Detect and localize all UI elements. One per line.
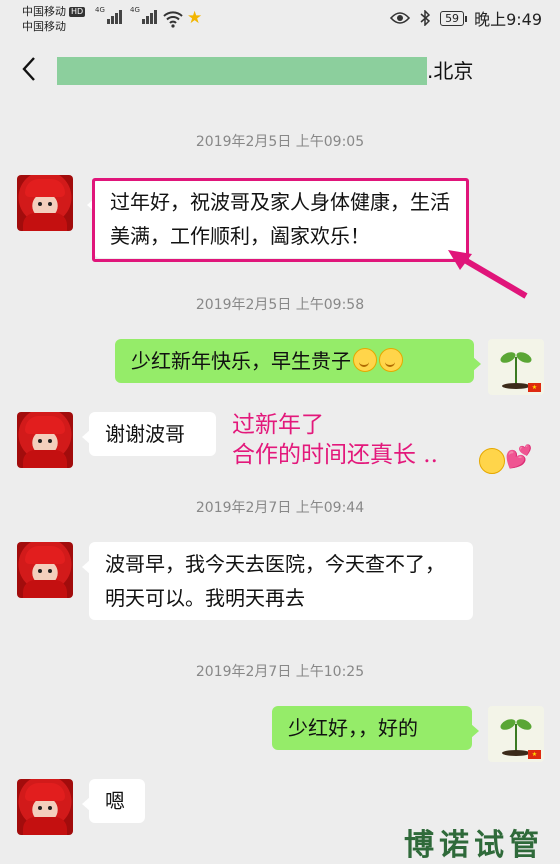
masked-contact-name [57, 57, 427, 85]
smile-emoji-icon [353, 348, 377, 372]
wifi-icon [163, 11, 183, 28]
bluetooth-icon [420, 10, 431, 26]
watermark: 博诺试管 [404, 828, 544, 863]
contact-avatar[interactable] [17, 542, 73, 598]
status-right: 59 晚上9:49 [390, 8, 542, 29]
star-icon: ★ [187, 8, 203, 28]
status-bar: 中国移动 HD 中国移动 4G 4G ★ 59 晚上9:49 [0, 0, 560, 40]
annotation-line-2: 合作的时间还真长 .. [232, 442, 438, 468]
outgoing-message[interactable]: 少红新年快乐，早生贵子 [115, 339, 481, 383]
chat-header: .北京 [0, 40, 560, 104]
incoming-message[interactable]: 谢谢波哥 [82, 412, 216, 456]
timestamp: 2019年2月5日 上午09:58 [195, 297, 365, 313]
outgoing-message-text: 少红新年快乐，早生贵子 [131, 349, 351, 373]
timestamp: 2019年2月7日 上午10:25 [195, 664, 365, 680]
annotation-text: 过新年了 合作的时间还真长 .. [232, 410, 438, 470]
contact-avatar[interactable] [17, 175, 73, 231]
back-arrow-icon[interactable] [18, 54, 42, 84]
smile-emoji-icon [479, 448, 505, 474]
timestamp: 2019年2月7日 上午09:44 [195, 500, 365, 516]
battery-icon: 59 [440, 10, 468, 26]
my-avatar[interactable]: ★ [488, 339, 544, 395]
hd-badge: HD [69, 7, 86, 17]
contact-avatar[interactable] [17, 412, 73, 468]
carrier-1: 中国移动 [22, 5, 66, 18]
carrier-2: 中国移动 [22, 20, 66, 33]
timestamp: 2019年2月5日 上午09:05 [195, 134, 365, 150]
smile-emoji-icon [379, 348, 403, 372]
chat-title-suffix[interactable]: .北京 [427, 58, 473, 84]
net-type-1: 4G [95, 6, 105, 14]
contact-avatar[interactable] [17, 779, 73, 835]
incoming-message[interactable]: 波哥早，我今天去医院，今天查不了，明天可以。我明天再去 [82, 542, 473, 620]
annotation-line-1: 过新年了 [232, 412, 324, 438]
incoming-message[interactable]: 嗯 [82, 779, 145, 823]
status-time: 晚上9:49 [474, 10, 542, 29]
hearts-emoji-icon: 💕 [505, 445, 533, 470]
highlight-box [92, 178, 469, 262]
carrier-info: 中国移动 HD 中国移动 [22, 4, 86, 34]
eye-icon [390, 12, 411, 24]
net-type-2: 4G [130, 6, 140, 14]
my-avatar[interactable]: ★ [488, 706, 544, 762]
outgoing-message[interactable]: 少红好，，好的 [272, 706, 479, 750]
